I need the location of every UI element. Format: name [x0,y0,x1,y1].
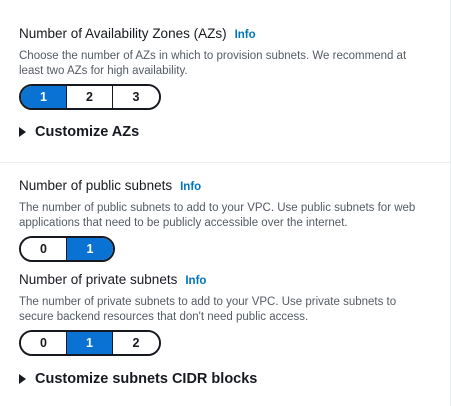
az-option-3[interactable]: 3 [113,86,159,108]
public-subnets-segmented-control: 0 1 [19,236,115,262]
public-subnets-description: The number of public subnets to add to y… [19,202,416,229]
private-subnets-option-2[interactable]: 2 [113,332,159,354]
az-label-row: Number of Availability Zones (AZs) Info [19,26,430,43]
az-description: Choose the number of AZs in which to pro… [19,50,407,77]
customize-cidr-section: Customize subnets CIDR blocks [19,371,430,387]
private-subnets-label-row: Number of private subnets Info [19,272,430,289]
az-label: Number of Availability Zones (AZs) [19,26,227,41]
public-subnets-label-row: Number of public subnets Info [19,178,430,195]
public-subnets-label: Number of public subnets [19,178,173,193]
public-subnets-option-0[interactable]: 0 [21,238,67,260]
section-divider [0,162,450,163]
private-subnets-label: Number of private subnets [19,272,178,287]
public-subnets-section: Number of public subnets Info The number … [19,178,430,262]
private-subnets-info-link[interactable]: Info [185,275,206,287]
private-subnets-description: The number of private subnets to add to … [19,296,397,323]
customize-azs-section: Customize AZs [19,124,430,140]
az-option-1[interactable]: 1 [21,86,67,108]
customize-cidr-expander[interactable]: Customize subnets CIDR blocks [19,371,430,387]
customize-azs-label: Customize AZs [35,124,140,140]
az-option-2[interactable]: 2 [67,86,113,108]
az-info-link[interactable]: Info [235,29,256,41]
private-subnets-option-0[interactable]: 0 [21,332,67,354]
az-section: Number of Availability Zones (AZs) Info C… [19,26,430,110]
customize-cidr-label: Customize subnets CIDR blocks [35,371,258,387]
caret-right-icon [19,127,26,137]
private-subnets-section: Number of private subnets Info The number… [19,272,430,356]
private-subnets-segmented-control: 0 1 2 [19,330,161,356]
vpc-settings-panel: Number of Availability Zones (AZs) Info C… [0,0,451,406]
caret-right-icon [19,374,26,384]
customize-azs-expander[interactable]: Customize AZs [19,124,430,140]
public-subnets-info-link[interactable]: Info [180,181,201,193]
private-subnets-option-1[interactable]: 1 [67,332,113,354]
az-segmented-control: 1 2 3 [19,84,161,110]
public-subnets-option-1[interactable]: 1 [67,238,113,260]
